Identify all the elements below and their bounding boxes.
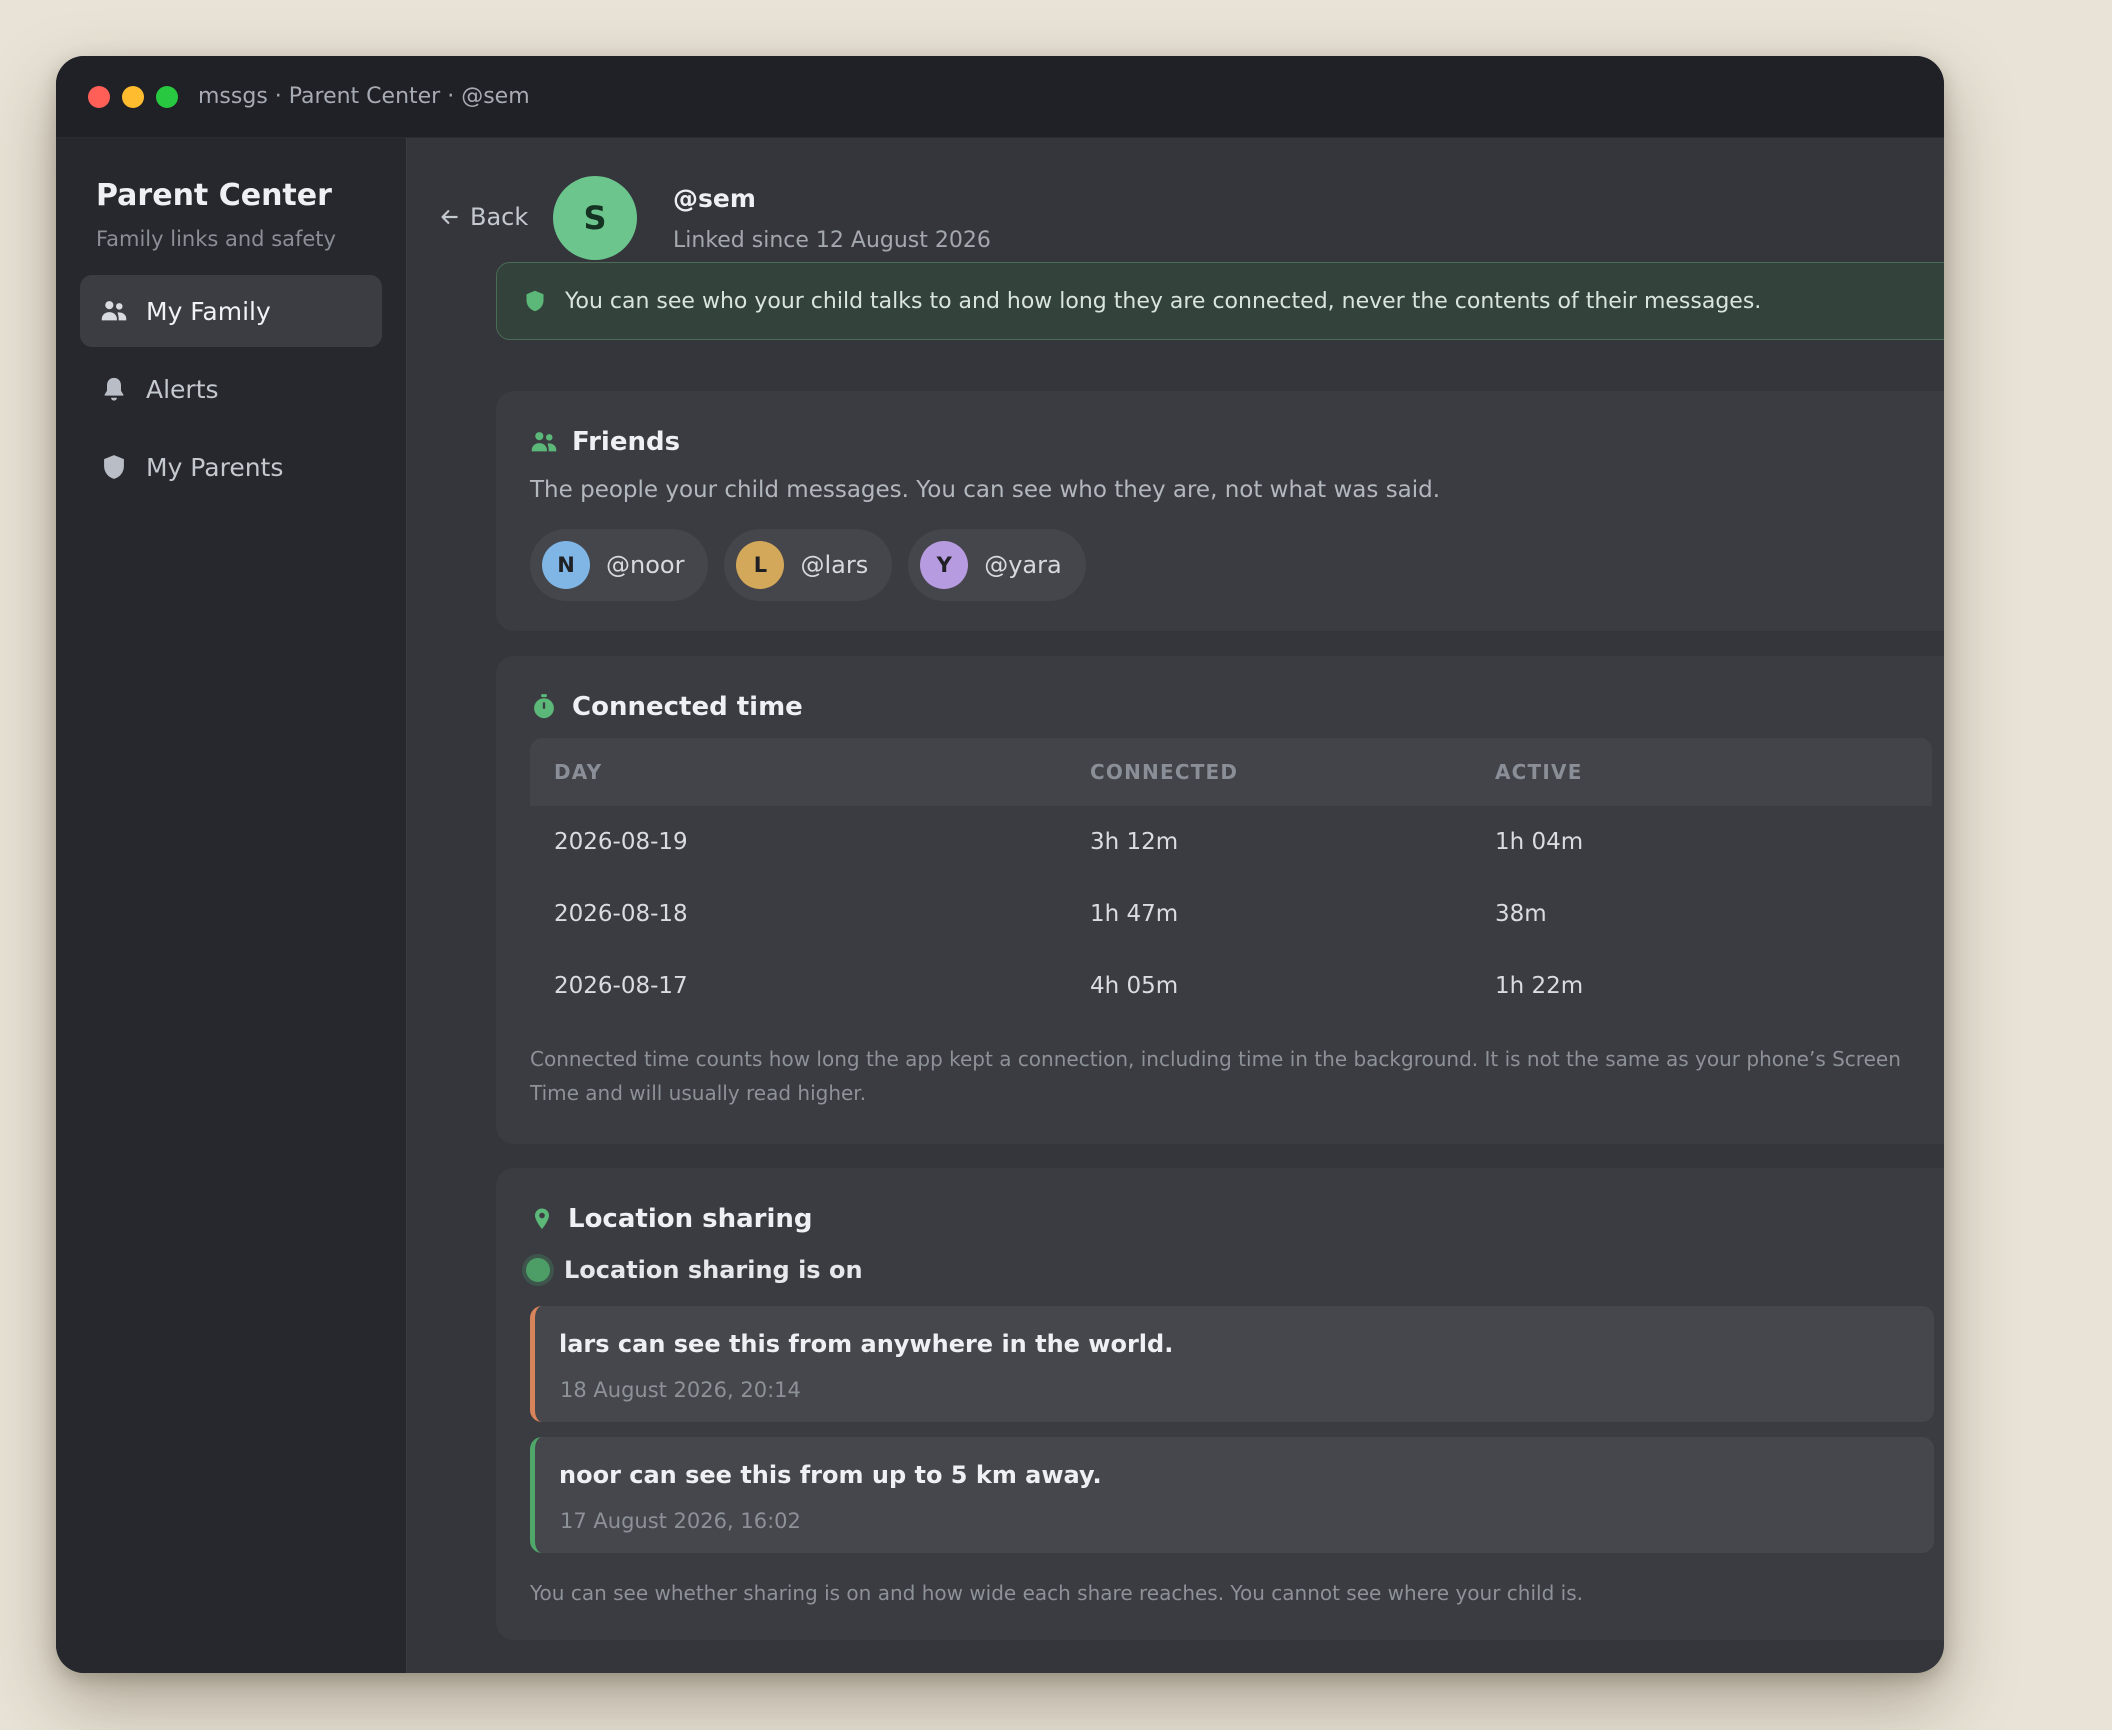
- friends-list: N @noor L @lars Y @yara: [530, 529, 1102, 601]
- sidebar-subtitle: Family links and safety: [96, 227, 336, 251]
- table-row: 2026-08-18 1h 47m 38m: [530, 878, 1932, 950]
- linked-since: Linked since 12 August 2026: [673, 228, 991, 253]
- location-share-noor: noor can see this from up to 5 km away. …: [530, 1437, 1934, 1553]
- map-pin-icon: [535, 1208, 549, 1229]
- location-sharing-title: Location sharing: [530, 1204, 813, 1234]
- cell-day: 2026-08-17: [554, 973, 688, 999]
- sidebar-item-my-parents[interactable]: My Parents: [80, 431, 382, 503]
- privacy-notice: You can see who your child talks to and …: [496, 262, 1944, 340]
- friend-handle: @noor: [606, 551, 685, 579]
- share-timestamp: 17 August 2026, 16:02: [560, 1509, 801, 1533]
- users-icon: [101, 301, 127, 321]
- status-indicator: [526, 1258, 550, 1282]
- sidebar-item-label: Alerts: [146, 374, 219, 404]
- sidebar-item-my-family[interactable]: My Family: [80, 275, 382, 347]
- app-window: mssgs · Parent Center · @sem Parent Cent…: [56, 56, 1944, 1673]
- location-share-lars: lars can see this from anywhere in the w…: [530, 1306, 1934, 1422]
- friends-card: Friends The people your child messages. …: [496, 391, 1944, 631]
- table-row: 2026-08-19 3h 12m 1h 04m: [530, 806, 1932, 878]
- connected-time-card: Connected time DAY CONNECTED ACTIVE 2026…: [496, 656, 1944, 1144]
- sidebar-item-alerts[interactable]: Alerts: [80, 353, 382, 425]
- column-header-day: DAY: [554, 760, 603, 784]
- sidebar: Parent Center Family links and safety My…: [56, 138, 407, 1673]
- close-window-button[interactable]: [88, 85, 110, 108]
- zoom-window-button[interactable]: [156, 85, 178, 108]
- stopwatch-icon: [534, 694, 554, 719]
- avatar: S: [553, 176, 637, 260]
- window-title: mssgs · Parent Center · @sem: [198, 84, 530, 109]
- table-row: 2026-08-17 4h 05m 1h 22m: [530, 950, 1932, 1022]
- friends-title: Friends: [530, 427, 680, 457]
- cell-connected: 1h 47m: [1090, 901, 1179, 927]
- friends-description: The people your child messages. You can …: [530, 477, 1441, 503]
- child-username: @sem: [673, 184, 756, 213]
- share-description: lars can see this from anywhere in the w…: [559, 1330, 1174, 1358]
- cell-day: 2026-08-19: [554, 829, 688, 855]
- avatar: L: [736, 541, 785, 589]
- column-header-connected: CONNECTED: [1090, 760, 1239, 784]
- share-timestamp: 18 August 2026, 20:14: [560, 1378, 801, 1402]
- cell-active: 38m: [1495, 901, 1547, 927]
- users-icon: [531, 432, 557, 452]
- notice-text: You can see who your child talks to and …: [565, 288, 1762, 314]
- sidebar-nav: My Family Alerts My Parents: [80, 275, 382, 503]
- cell-connected: 3h 12m: [1090, 829, 1179, 855]
- connected-time-table: DAY CONNECTED ACTIVE 2026-08-19 3h 12m 1…: [530, 738, 1932, 1022]
- location-sharing-card: Location sharing Location sharing is on …: [496, 1168, 1944, 1640]
- friend-chip-yara[interactable]: Y @yara: [908, 529, 1086, 601]
- avatar: Y: [920, 541, 969, 589]
- cell-active: 1h 04m: [1495, 829, 1584, 855]
- friend-chip-noor[interactable]: N @noor: [530, 529, 709, 601]
- bell-icon: [104, 377, 124, 401]
- column-header-active: ACTIVE: [1495, 760, 1583, 784]
- shield-icon: [104, 455, 124, 479]
- cell-connected: 4h 05m: [1090, 973, 1179, 999]
- shield-icon: [526, 290, 544, 312]
- connected-time-footnote: Connected time counts how long the app k…: [530, 1047, 1901, 1105]
- friend-chip-lars[interactable]: L @lars: [724, 529, 893, 601]
- share-description: noor can see this from up to 5 km away.: [559, 1461, 1102, 1489]
- cell-day: 2026-08-18: [554, 901, 688, 927]
- sidebar-title: Parent Center: [96, 178, 332, 213]
- friend-handle: @lars: [800, 551, 869, 579]
- sidebar-item-label: My Parents: [146, 452, 284, 482]
- minimize-window-button[interactable]: [122, 85, 144, 108]
- location-sharing-status: Location sharing is on: [526, 1256, 863, 1284]
- location-footnote: You can see whether sharing is on and ho…: [530, 1581, 1583, 1605]
- arrow-left-icon: [441, 210, 458, 224]
- back-button[interactable]: Back: [440, 203, 528, 231]
- connected-time-title: Connected time: [530, 692, 803, 722]
- friend-handle: @yara: [984, 551, 1062, 579]
- title-bar: mssgs · Parent Center · @sem: [56, 56, 1944, 138]
- table-header: DAY CONNECTED ACTIVE: [530, 738, 1932, 806]
- sidebar-item-label: My Family: [146, 296, 271, 326]
- avatar: N: [542, 541, 590, 589]
- back-label: Back: [470, 203, 529, 231]
- cell-active: 1h 22m: [1495, 973, 1584, 999]
